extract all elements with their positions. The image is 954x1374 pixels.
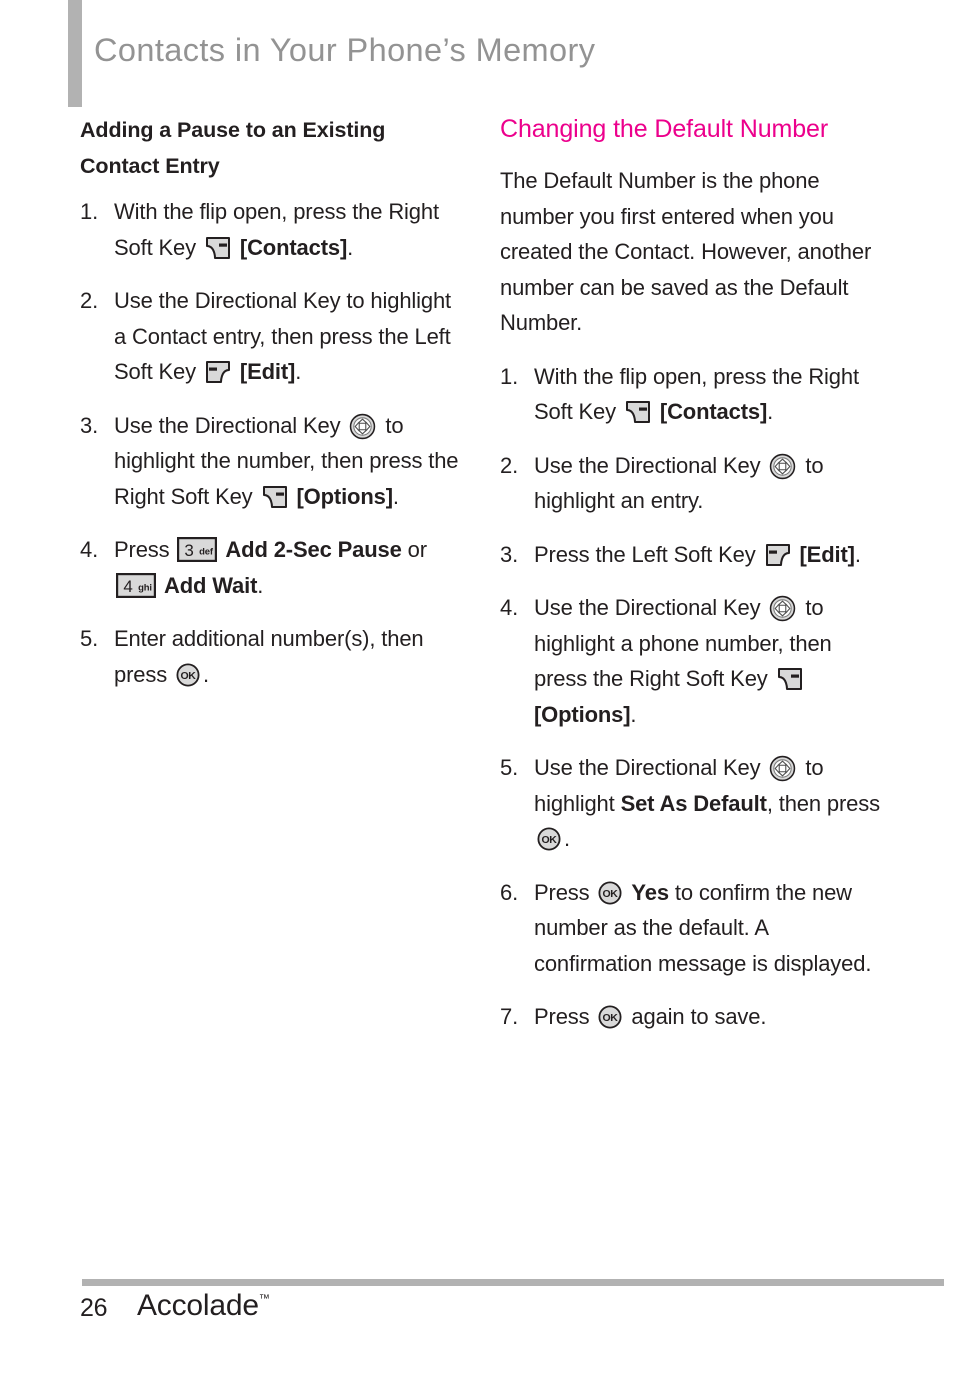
page-title: Contacts in Your Phone’s Memory xyxy=(94,32,596,68)
emphasis-text: [Contacts] xyxy=(659,399,768,424)
step-number: 3. xyxy=(500,541,519,567)
svg-text:OK: OK xyxy=(603,888,619,900)
directional-key-icon xyxy=(769,595,796,622)
step-number: 4. xyxy=(500,595,519,620)
footer-rule xyxy=(82,1279,944,1286)
svg-text:4: 4 xyxy=(123,577,132,596)
left-soft-key-icon xyxy=(205,360,231,384)
footer: 26 Accolade™ xyxy=(80,1289,680,1334)
list-item: 1. With the flip open, press the Right So… xyxy=(80,194,466,265)
list-item: 3. Use the Directional Key to highlight t… xyxy=(80,408,466,515)
ok-key-icon: OK xyxy=(176,662,200,687)
step-text: Press OK again to save. xyxy=(534,1004,767,1029)
section-heading-changing-default: Changing the Default Number xyxy=(500,115,829,143)
directional-key-icon xyxy=(769,755,796,782)
right-soft-key-icon xyxy=(205,236,231,260)
list-item: 4. Use the Directional Key to highlight a… xyxy=(500,590,886,732)
left-steps-list: 1. With the flip open, press the Right So… xyxy=(80,194,466,692)
list-item: 2. Use the Directional Key to highlight a… xyxy=(500,448,886,519)
step-text: With the flip open, press the Right Soft… xyxy=(534,363,859,425)
directional-key-icon xyxy=(769,453,796,480)
intro-paragraph: The Default Number is the phone number y… xyxy=(500,168,872,335)
step-text: Press the Left Soft Key [Edit]. xyxy=(534,541,861,567)
list-item: 2. Use the Directional Key to highlight a… xyxy=(80,283,466,390)
list-item: 5. Enter additional number(s), then press… xyxy=(80,621,466,692)
svg-text:OK: OK xyxy=(603,1012,619,1024)
emphasis-text: [Options] xyxy=(296,483,393,509)
step-number: 5. xyxy=(80,626,99,651)
emphasis-text: Set As Default xyxy=(620,790,767,816)
right-soft-key-icon xyxy=(262,485,288,509)
footer-page-number: 26 xyxy=(80,1294,108,1322)
left-soft-key-icon xyxy=(765,543,791,567)
list-item: 6. Press OK Yes to confirm the new number… xyxy=(500,875,886,982)
footer-brand-text: Accolade xyxy=(137,1289,259,1322)
directional-key-icon xyxy=(349,413,376,440)
step-number: 2. xyxy=(500,452,519,478)
list-item: 5. Use the Directional Key to highlight S… xyxy=(500,750,886,857)
step-text: Use the Directional Key to highlight the… xyxy=(114,412,459,509)
step-text: Use the Directional Key to highlight a C… xyxy=(114,288,452,384)
list-item: 7. Press OK again to save. xyxy=(500,999,886,1035)
emphasis-text: Add Wait xyxy=(163,572,258,598)
list-item: 3. Press the Left Soft Key [Edit]. xyxy=(500,537,886,573)
step-text: Use the Directional Key to highlight Set… xyxy=(534,755,880,851)
step-text: Press OK Yes to confirm the new number a… xyxy=(534,879,872,976)
step-number: 3. xyxy=(80,412,99,438)
step-text: Use the Directional Key to highlight an … xyxy=(534,452,824,514)
trademark-icon: ™ xyxy=(258,1293,270,1305)
svg-text:def: def xyxy=(200,547,215,558)
step-number: 1. xyxy=(500,363,519,389)
left-column: Adding a Pause to an Existing Contact En… xyxy=(80,112,466,710)
right-steps-list: 1. With the flip open, press the Right So… xyxy=(500,359,886,1035)
header-accent-bar xyxy=(68,0,82,107)
right-soft-key-icon xyxy=(777,667,803,691)
list-item: 4. Press 3 def Add 2-Sec Pause or 4 ghi Add… xyxy=(80,532,466,603)
list-item: 1. With the flip open, press the Right So… xyxy=(500,359,886,430)
emphasis-text: [Contacts] xyxy=(239,234,348,260)
step-number: 6. xyxy=(500,879,519,905)
ok-key-icon: OK xyxy=(598,880,622,905)
right-soft-key-icon xyxy=(625,400,651,424)
step-number: 5. xyxy=(500,755,519,780)
footer-brand-name: Accolade™ xyxy=(137,1289,270,1323)
emphasis-text: Yes xyxy=(631,879,669,905)
emphasis-text: [Edit] xyxy=(239,359,296,384)
key-3-def-icon: 3 def xyxy=(177,537,218,562)
step-text: With the flip open, press the Right Soft… xyxy=(114,199,439,260)
step-number: 7. xyxy=(500,1004,519,1029)
right-column: Changing the Default Number The Default … xyxy=(500,112,886,1053)
emphasis-text: [Edit] xyxy=(799,541,855,567)
emphasis-text: [Options] xyxy=(534,701,631,727)
step-text: Use the Directional Key to highlight a p… xyxy=(534,595,832,727)
svg-text:OK: OK xyxy=(542,834,558,846)
key-4-ghi-icon: 4 ghi xyxy=(116,572,156,598)
step-number: 4. xyxy=(80,537,99,562)
ok-key-icon: OK xyxy=(598,1005,622,1029)
step-text: Press 3 def Add 2-Sec Pause or 4 ghi Add W… xyxy=(114,537,427,598)
step-text: Enter additional number(s), then press O… xyxy=(114,626,424,687)
svg-text:OK: OK xyxy=(181,670,197,682)
svg-text:ghi: ghi xyxy=(138,582,152,593)
svg-text:3: 3 xyxy=(185,541,194,560)
section-heading-adding-pause: Adding a Pause to an Existing Contact En… xyxy=(80,118,386,178)
step-number: 2. xyxy=(80,288,99,313)
emphasis-text: Add 2-Sec Pause xyxy=(225,537,402,562)
ok-key-icon: OK xyxy=(537,827,561,851)
step-number: 1. xyxy=(80,199,99,224)
